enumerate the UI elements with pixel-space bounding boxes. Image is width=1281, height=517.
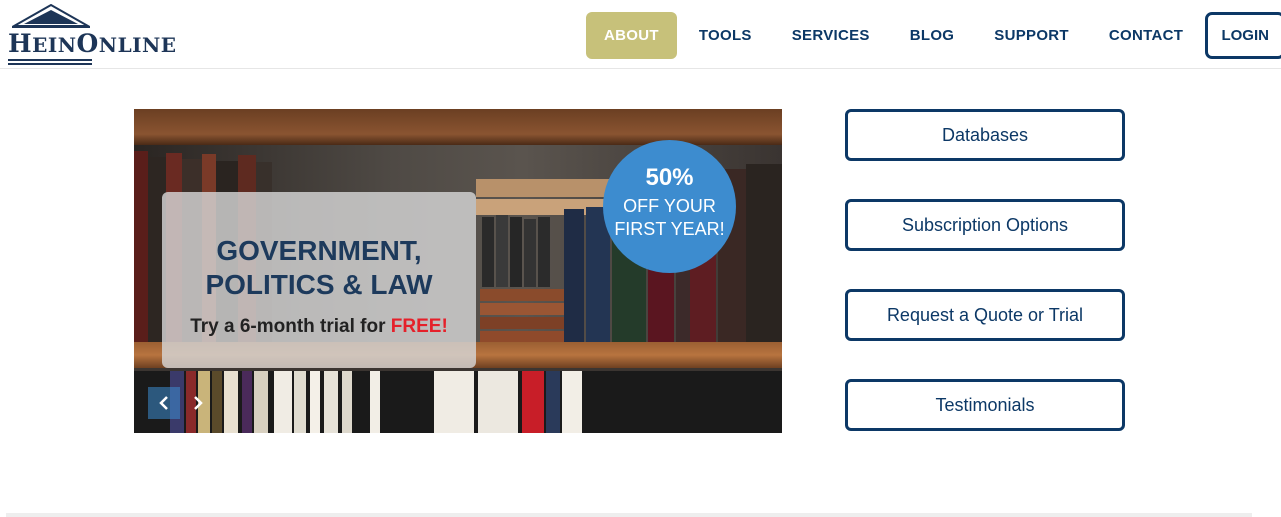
discount-line2: FIRST YEAR! xyxy=(614,219,725,239)
site-header: HEINONLINE ABOUT TOOLS SERVICES BLOG SUP… xyxy=(0,0,1281,69)
hero-carousel[interactable]: GOVERNMENT, POLITICS & LAW Try a 6-month… xyxy=(134,109,782,433)
logo-rule xyxy=(8,63,92,65)
promo-free-text: FREE! xyxy=(390,316,448,337)
roof-icon xyxy=(12,4,90,28)
promo-subtitle: Try a 6-month trial for FREE! xyxy=(162,316,476,338)
nav-about[interactable]: ABOUT xyxy=(586,12,677,59)
main-nav: ABOUT TOOLS SERVICES BLOG SUPPORT CONTAC… xyxy=(586,12,1281,59)
chevron-left-icon xyxy=(159,396,168,410)
promo-title-line1: GOVERNMENT, xyxy=(216,235,422,266)
discount-percent: 50% xyxy=(645,164,694,191)
discount-badge: 50% OFF YOUR FIRST YEAR! xyxy=(603,140,736,273)
promo-title-line2: POLITICS & LAW xyxy=(205,269,433,300)
shelf-top xyxy=(134,109,782,145)
nav-blog[interactable]: BLOG xyxy=(892,12,973,59)
login-button[interactable]: LOGIN xyxy=(1205,12,1281,59)
logo-wordmark: HEINONLINE xyxy=(8,29,177,58)
promo-subtitle-text: Try a 6-month trial for xyxy=(190,316,391,337)
discount-line1: OFF YOUR xyxy=(623,196,716,216)
heinonline-logo[interactable]: HEINONLINE xyxy=(8,4,190,66)
carousel-prev-button[interactable] xyxy=(148,387,180,419)
nav-tools[interactable]: TOOLS xyxy=(681,12,770,59)
logo-nline: NLINE xyxy=(98,33,177,57)
logo-ein: EIN xyxy=(32,33,77,57)
nav-support[interactable]: SUPPORT xyxy=(976,12,1087,59)
logo-rule xyxy=(8,59,92,61)
subscription-options-button[interactable]: Subscription Options xyxy=(845,199,1125,251)
promo-title: GOVERNMENT, POLITICS & LAW xyxy=(162,234,476,302)
section-divider xyxy=(6,513,1252,517)
logo-o: O xyxy=(76,29,99,58)
nav-services[interactable]: SERVICES xyxy=(774,12,888,59)
carousel-next-button[interactable] xyxy=(182,387,214,419)
chevron-right-icon xyxy=(194,396,203,410)
testimonials-button[interactable]: Testimonials xyxy=(845,379,1125,431)
databases-button[interactable]: Databases xyxy=(845,109,1125,161)
promo-card: GOVERNMENT, POLITICS & LAW Try a 6-month… xyxy=(162,192,476,368)
nav-contact[interactable]: CONTACT xyxy=(1091,12,1201,59)
logo-h: H xyxy=(8,29,33,58)
request-quote-trial-button[interactable]: Request a Quote or Trial xyxy=(845,289,1125,341)
